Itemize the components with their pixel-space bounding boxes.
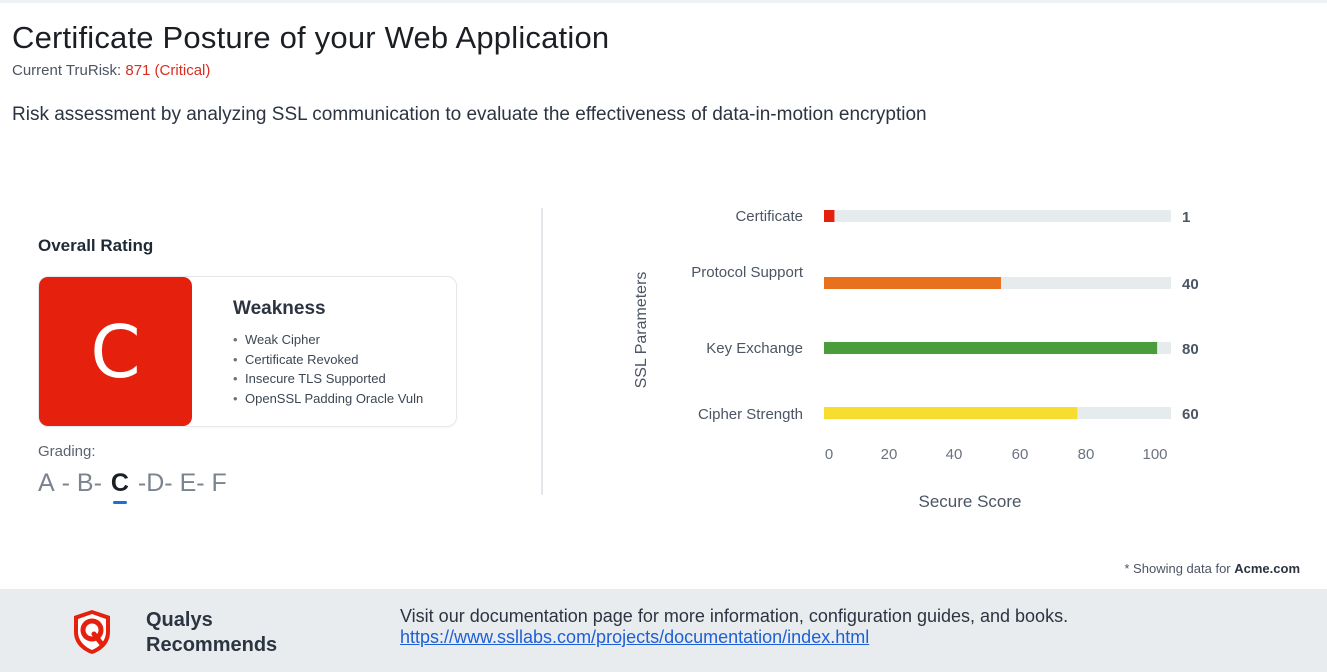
- weakness-title: Weakness: [233, 298, 326, 319]
- chart-svg: Certificate 1 Protocol Support 40 Key Exchan…: [633, 208, 1199, 511]
- trurisk-line: Current TruRisk: 871 (Critical): [12, 62, 210, 79]
- weakness-item: • Insecure TLS Supported: [233, 371, 386, 386]
- grade-separator: -: [93, 469, 109, 497]
- source-domain: Acme.com: [1234, 561, 1300, 576]
- grade-separator: -: [196, 469, 212, 497]
- y-axis-label: SSL Parameters: [633, 272, 650, 389]
- top-border: [0, 0, 1327, 3]
- grading-label: Grading:: [38, 443, 96, 460]
- category-label: Cipher Strength: [698, 406, 803, 423]
- category-label: Key Exchange: [706, 340, 803, 357]
- x-tick-label: 60: [1012, 446, 1029, 463]
- grade-e: E: [179, 469, 197, 497]
- grade-separator: -: [54, 469, 77, 497]
- footer-banner: Qualys Recommends Visit our documentatio…: [0, 589, 1327, 672]
- x-tick-label: 100: [1142, 446, 1167, 463]
- trurisk-label: Current TruRisk:: [12, 62, 126, 79]
- grade-b: B: [76, 469, 94, 497]
- category-label: Protocol Support: [691, 264, 804, 281]
- bar-cipher-strength: [824, 407, 1078, 419]
- weakness-list: • Weak Cipher • Certificate Revoked • Insec…: [233, 330, 423, 408]
- x-tick-label: 20: [881, 446, 898, 463]
- qualys-recommends-title: Qualys Recommends: [146, 609, 278, 656]
- grade-f: F: [211, 469, 227, 497]
- bar-track: [824, 210, 1171, 222]
- data-label: 80: [1182, 341, 1199, 358]
- page-title: Certificate Posture of your Web Applicat…: [12, 20, 610, 55]
- grade-badge: C: [39, 277, 192, 426]
- bar-key-exchange: [824, 342, 1158, 354]
- grade-separator: -: [130, 469, 147, 497]
- data-label: 60: [1182, 406, 1199, 423]
- x-tick-label: 0: [825, 446, 833, 463]
- weakness-item: • Certificate Revoked: [233, 351, 359, 367]
- bar-certificate: [824, 210, 835, 222]
- weakness-item: • OpenSSL Padding Oracle Vuln: [233, 390, 424, 406]
- data-label: 1: [1182, 209, 1190, 226]
- documentation-link[interactable]: https://www.ssllabs.com/projects/documen…: [400, 627, 869, 647]
- trurisk-value: 871 (Critical): [125, 62, 211, 79]
- grade-c-current: C: [110, 469, 129, 504]
- rating-card: C Weakness • Weak Cipher • Certificate Rev…: [38, 276, 457, 427]
- weakness-item: • Weak Cipher: [233, 332, 320, 347]
- x-tick-label: 40: [946, 446, 963, 463]
- grade-letter: C: [90, 309, 141, 394]
- page-description: Risk assessment by analyzing SSL communi…: [12, 104, 927, 125]
- grading-scale: A - B - C - D - E - F: [38, 469, 227, 504]
- x-tick-label: 80: [1078, 446, 1095, 463]
- section-divider: [541, 208, 543, 495]
- qualys-shield-icon: [74, 610, 110, 654]
- ssl-parameters-chart: Certificate 1 Protocol Support 40 Key Exchan…: [600, 195, 1260, 525]
- source-note: * Showing data for Acme.com: [1124, 561, 1300, 576]
- bar-protocol-support: [824, 277, 1001, 289]
- x-axis-label: Secure Score: [919, 492, 1022, 511]
- grade-d: D: [146, 469, 165, 497]
- category-label: Certificate: [735, 208, 803, 225]
- grade-separator: -: [164, 469, 180, 497]
- footer-text: Visit our documentation page for more in…: [400, 606, 1069, 647]
- overall-rating-label: Overall Rating: [38, 236, 154, 255]
- data-label: 40: [1182, 276, 1199, 293]
- grade-a: A: [38, 469, 55, 497]
